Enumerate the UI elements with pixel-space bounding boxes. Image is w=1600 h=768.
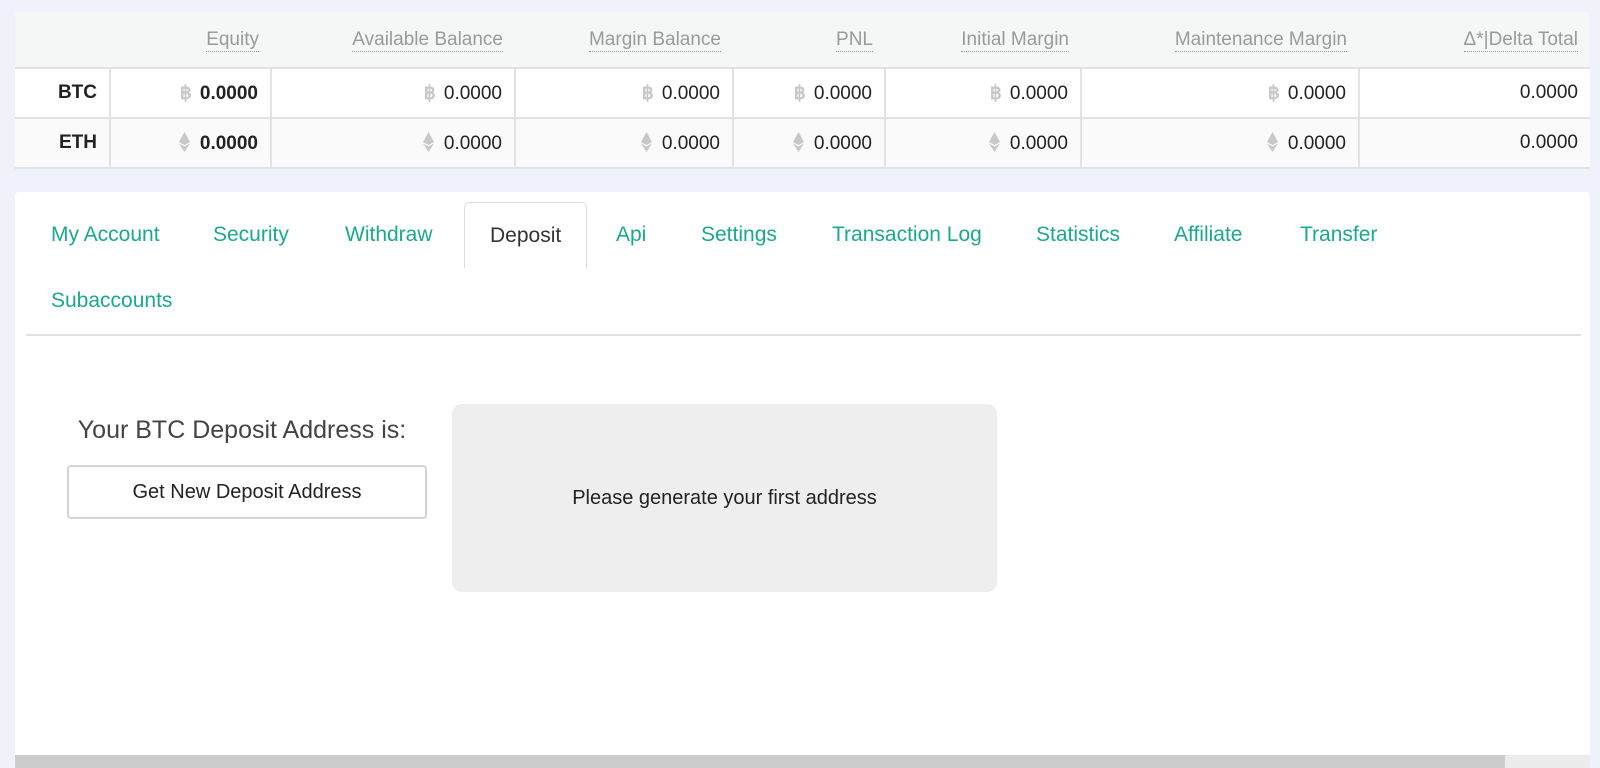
tab-settings[interactable]: Settings (676, 202, 802, 268)
balance-row-btc: BTC ฿ 0.0000 ฿ 0.0000 ฿ 0.0000 ฿ 0.0000 ฿ 0.0… (15, 68, 1590, 119)
tab-subaccounts[interactable]: Subaccounts (26, 268, 197, 334)
tab-withdraw[interactable]: Withdraw (320, 202, 458, 268)
balances-table-container: Equity Available Balance Margin Balance … (15, 12, 1590, 169)
horizontal-scrollbar[interactable] (15, 755, 1590, 768)
delta-total-cell: 0.0000 (1359, 68, 1590, 119)
header-maintenance-margin[interactable]: Maintenance Margin (1081, 12, 1359, 69)
header-pnl[interactable]: PNL (733, 12, 885, 69)
currency-label: ETH (15, 118, 111, 169)
bitcoin-icon: ฿ (989, 82, 1002, 104)
bitcoin-icon: ฿ (793, 82, 806, 104)
deposit-address-box: Please generate your first address (452, 404, 997, 592)
ethereum-icon (178, 131, 190, 152)
ethereum-icon (988, 131, 1000, 152)
bitcoin-icon: ฿ (1267, 82, 1280, 104)
balances-table: Equity Available Balance Margin Balance … (15, 12, 1590, 169)
bitcoin-icon: ฿ (179, 82, 192, 104)
header-currency (15, 12, 110, 69)
header-delta-total[interactable]: Δ*|Delta Total (1359, 12, 1590, 69)
balances-header-row: Equity Available Balance Margin Balance … (15, 12, 1590, 69)
margin-balance-cell: 0.0000 (515, 118, 734, 169)
ethereum-icon (422, 131, 434, 152)
margin-balance-cell: ฿ 0.0000 (515, 68, 734, 119)
deposit-address-label: Your BTC Deposit Address is: (77, 416, 407, 444)
equity-cell: 0.0000 (110, 118, 272, 169)
maintenance-margin-cell: ฿ 0.0000 (1081, 68, 1360, 119)
tab-statistics[interactable]: Statistics (1011, 202, 1145, 268)
account-panel: My Account Security Withdraw Deposit Api… (15, 192, 1590, 768)
equity-cell: ฿ 0.0000 (110, 68, 272, 119)
tab-affiliate[interactable]: Affiliate (1149, 202, 1268, 268)
header-equity[interactable]: Equity (110, 12, 271, 69)
account-tabs: My Account Security Withdraw Deposit Api… (26, 202, 1581, 336)
maintenance-margin-cell: 0.0000 (1081, 118, 1360, 169)
tab-api[interactable]: Api (591, 202, 671, 268)
header-initial-margin[interactable]: Initial Margin (885, 12, 1081, 69)
header-margin-balance[interactable]: Margin Balance (515, 12, 733, 69)
pnl-cell: ฿ 0.0000 (733, 68, 886, 119)
bitcoin-icon: ฿ (423, 82, 436, 104)
scrollbar-thumb[interactable] (15, 755, 1505, 768)
currency-label: BTC (15, 68, 111, 119)
initial-margin-cell: ฿ 0.0000 (885, 68, 1082, 119)
deposit-address-placeholder: Please generate your first address (572, 486, 877, 509)
available-balance-cell: ฿ 0.0000 (271, 68, 516, 119)
tab-deposit[interactable]: Deposit (464, 202, 588, 268)
balance-row-eth: ETH 0.0000 0.0000 0.0000 0.0000 0.0000 0… (15, 118, 1590, 169)
delta-total-cell: 0.0000 (1359, 118, 1590, 169)
pnl-cell: 0.0000 (733, 118, 886, 169)
tab-my-account[interactable]: My Account (26, 202, 185, 268)
get-new-deposit-address-button[interactable]: Get New Deposit Address (67, 465, 427, 519)
ethereum-icon (1266, 131, 1278, 152)
header-available-balance[interactable]: Available Balance (271, 12, 515, 69)
tab-transaction-log[interactable]: Transaction Log (807, 202, 1007, 268)
bitcoin-icon: ฿ (641, 82, 654, 104)
tab-security[interactable]: Security (188, 202, 314, 268)
initial-margin-cell: 0.0000 (885, 118, 1082, 169)
ethereum-icon (792, 131, 804, 152)
tab-transfer[interactable]: Transfer (1275, 202, 1402, 268)
ethereum-icon (640, 131, 652, 152)
available-balance-cell: 0.0000 (271, 118, 516, 169)
